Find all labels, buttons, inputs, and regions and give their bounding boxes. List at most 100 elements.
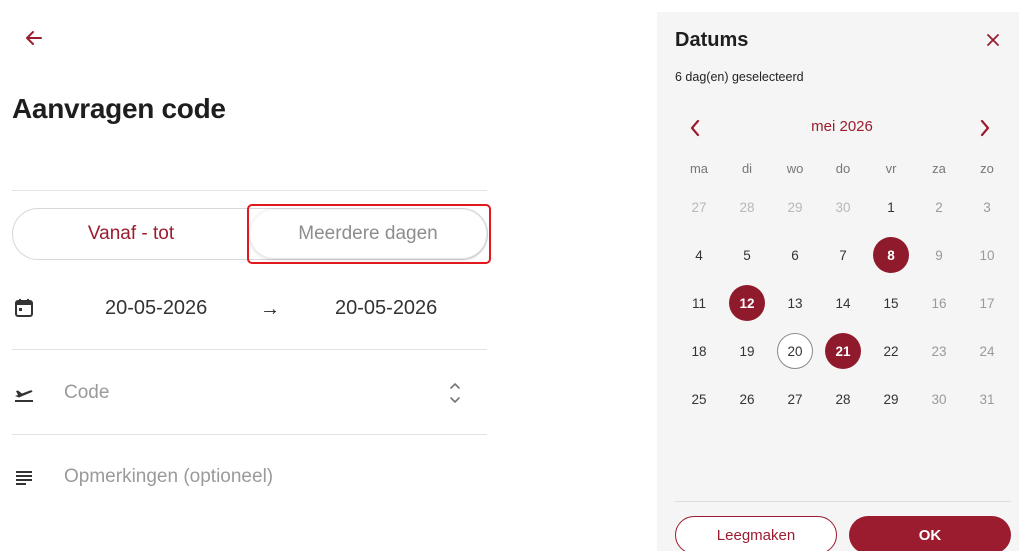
calendar-day-number: 28 bbox=[739, 199, 755, 215]
calendar-day[interactable]: 23 bbox=[915, 327, 963, 375]
calendar-day[interactable]: 25 bbox=[675, 375, 723, 423]
calendar-day-number: 12 bbox=[729, 285, 765, 321]
weekday-label: za bbox=[932, 161, 946, 176]
plane-takeoff-icon bbox=[12, 381, 36, 405]
calendar-day[interactable]: 28 bbox=[819, 375, 867, 423]
calendar-day-number: 29 bbox=[883, 391, 899, 407]
calendar-day[interactable]: 28 bbox=[723, 183, 771, 231]
calendar-day[interactable]: 6 bbox=[771, 231, 819, 279]
weekday-label: di bbox=[741, 161, 753, 176]
date-from-value[interactable]: 20-05-2026 bbox=[105, 297, 207, 320]
selection-count: 6 dag(en) geselecteerd bbox=[675, 70, 804, 84]
calendar-day-number: 7 bbox=[839, 247, 847, 263]
calendar-day-number: 27 bbox=[691, 199, 707, 215]
calendar-day-selected[interactable]: 12 bbox=[723, 279, 771, 327]
calendar-day[interactable]: 19 bbox=[723, 327, 771, 375]
calendar-day-number: 2 bbox=[935, 199, 943, 215]
divider bbox=[12, 190, 487, 191]
calendar-day[interactable]: 18 bbox=[675, 327, 723, 375]
calendar-week-row: 25 26 27 28 29 30 31 bbox=[675, 375, 1011, 423]
chevron-left-icon[interactable] bbox=[685, 116, 705, 140]
calendar-day[interactable]: 15 bbox=[867, 279, 915, 327]
clear-button[interactable]: Leegmaken bbox=[675, 516, 837, 551]
calendar-day[interactable]: 1 bbox=[867, 183, 915, 231]
notes-lines-icon bbox=[12, 465, 36, 489]
calendar-day[interactable]: 30 bbox=[819, 183, 867, 231]
calendar-day-number: 28 bbox=[835, 391, 851, 407]
ok-button[interactable]: OK bbox=[849, 516, 1011, 551]
calendar-day-number: 14 bbox=[835, 295, 851, 311]
calendar-day[interactable]: 5 bbox=[723, 231, 771, 279]
close-icon[interactable] bbox=[985, 32, 1001, 48]
date-picker-panel: Datums 6 dag(en) geselecteerd mei 2026 m… bbox=[657, 12, 1019, 551]
calendar-weeks: 27 28 29 30 1 2 3 4 5 6 7 8 9 10 11 12 13 14 15 16 17 18 19 20 2… bbox=[675, 183, 1011, 423]
calendar-day-number: 18 bbox=[691, 343, 707, 359]
calendar-day[interactable]: 10 bbox=[963, 231, 1011, 279]
calendar-day-number: 27 bbox=[787, 391, 803, 407]
calendar-day[interactable]: 22 bbox=[867, 327, 915, 375]
date-to-value[interactable]: 20-05-2026 bbox=[335, 297, 437, 320]
calendar-day-number: 31 bbox=[979, 391, 995, 407]
back-arrow-icon[interactable] bbox=[22, 26, 46, 50]
calendar-day[interactable]: 26 bbox=[723, 375, 771, 423]
calendar-grid: ma di wo do vr za zo 27 28 29 30 1 2 3 4 5 6 7 8 9 10 11 12 13… bbox=[675, 155, 1011, 423]
calendar-day[interactable]: 4 bbox=[675, 231, 723, 279]
calendar-day-number: 5 bbox=[743, 247, 751, 263]
range-arrow: → bbox=[260, 298, 280, 320]
calendar-week-row: 4 5 6 7 8 9 10 bbox=[675, 231, 1011, 279]
calendar-day-number: 21 bbox=[825, 333, 861, 369]
calendar-day-selected[interactable]: 8 bbox=[867, 231, 915, 279]
calendar-day-number: 25 bbox=[691, 391, 707, 407]
calendar-day-number: 29 bbox=[787, 199, 803, 215]
calendar-day-number: 20 bbox=[777, 333, 813, 369]
calendar-day-today[interactable]: 20 bbox=[771, 327, 819, 375]
weekday-label: vr bbox=[885, 161, 897, 176]
code-select[interactable]: Code bbox=[64, 382, 109, 404]
page-title: Aanvragen code bbox=[12, 93, 226, 124]
weekday-header: ma di wo do vr za zo bbox=[675, 155, 1011, 183]
calendar-day[interactable]: 3 bbox=[963, 183, 1011, 231]
date-mode-toggle: Vanaf - tot Meerdere dagen bbox=[12, 208, 488, 260]
calendar-day[interactable]: 2 bbox=[915, 183, 963, 231]
divider bbox=[12, 349, 487, 350]
toggle-option-multiple-days[interactable]: Meerdere dagen bbox=[250, 210, 486, 258]
calendar-day[interactable]: 14 bbox=[819, 279, 867, 327]
calendar-day[interactable]: 17 bbox=[963, 279, 1011, 327]
calendar-day[interactable]: 13 bbox=[771, 279, 819, 327]
calendar-day-number: 22 bbox=[883, 343, 899, 359]
calendar-day[interactable]: 29 bbox=[771, 183, 819, 231]
calendar-day[interactable]: 29 bbox=[867, 375, 915, 423]
weekday-label: do bbox=[835, 161, 851, 176]
calendar-day[interactable]: 9 bbox=[915, 231, 963, 279]
calendar-day[interactable]: 27 bbox=[771, 375, 819, 423]
calendar-day-number: 9 bbox=[935, 247, 943, 263]
calendar-day-number: 10 bbox=[979, 247, 995, 263]
toggle-option-range[interactable]: Vanaf - tot bbox=[13, 209, 249, 259]
weekday-label: ma bbox=[689, 161, 709, 176]
calendar-day[interactable]: 7 bbox=[819, 231, 867, 279]
calendar-day-number: 8 bbox=[873, 237, 909, 273]
calendar-week-row: 11 12 13 14 15 16 17 bbox=[675, 279, 1011, 327]
calendar-day-selected[interactable]: 21 bbox=[819, 327, 867, 375]
calendar-day-number: 23 bbox=[931, 343, 947, 359]
calendar-day-number: 30 bbox=[835, 199, 851, 215]
calendar-day-number: 6 bbox=[791, 247, 799, 263]
calendar-day[interactable]: 27 bbox=[675, 183, 723, 231]
calendar-day[interactable]: 31 bbox=[963, 375, 1011, 423]
calendar-day-number: 3 bbox=[983, 199, 991, 215]
chevron-updown-icon[interactable] bbox=[447, 380, 463, 406]
calendar-week-row: 18 19 20 21 22 23 24 bbox=[675, 327, 1011, 375]
month-label: mei 2026 bbox=[811, 118, 873, 135]
calendar-day-number: 30 bbox=[931, 391, 947, 407]
calendar-day-number: 19 bbox=[739, 343, 755, 359]
calendar-week-row: 27 28 29 30 1 2 3 bbox=[675, 183, 1011, 231]
calendar-day[interactable]: 24 bbox=[963, 327, 1011, 375]
calendar-day-number: 26 bbox=[739, 391, 755, 407]
calendar-day[interactable]: 30 bbox=[915, 375, 963, 423]
calendar-day[interactable]: 16 bbox=[915, 279, 963, 327]
remarks-input[interactable]: Opmerkingen (optioneel) bbox=[64, 466, 273, 488]
calendar-day-number: 24 bbox=[979, 343, 995, 359]
chevron-right-icon[interactable] bbox=[975, 116, 995, 140]
divider bbox=[12, 434, 487, 435]
calendar-day[interactable]: 11 bbox=[675, 279, 723, 327]
